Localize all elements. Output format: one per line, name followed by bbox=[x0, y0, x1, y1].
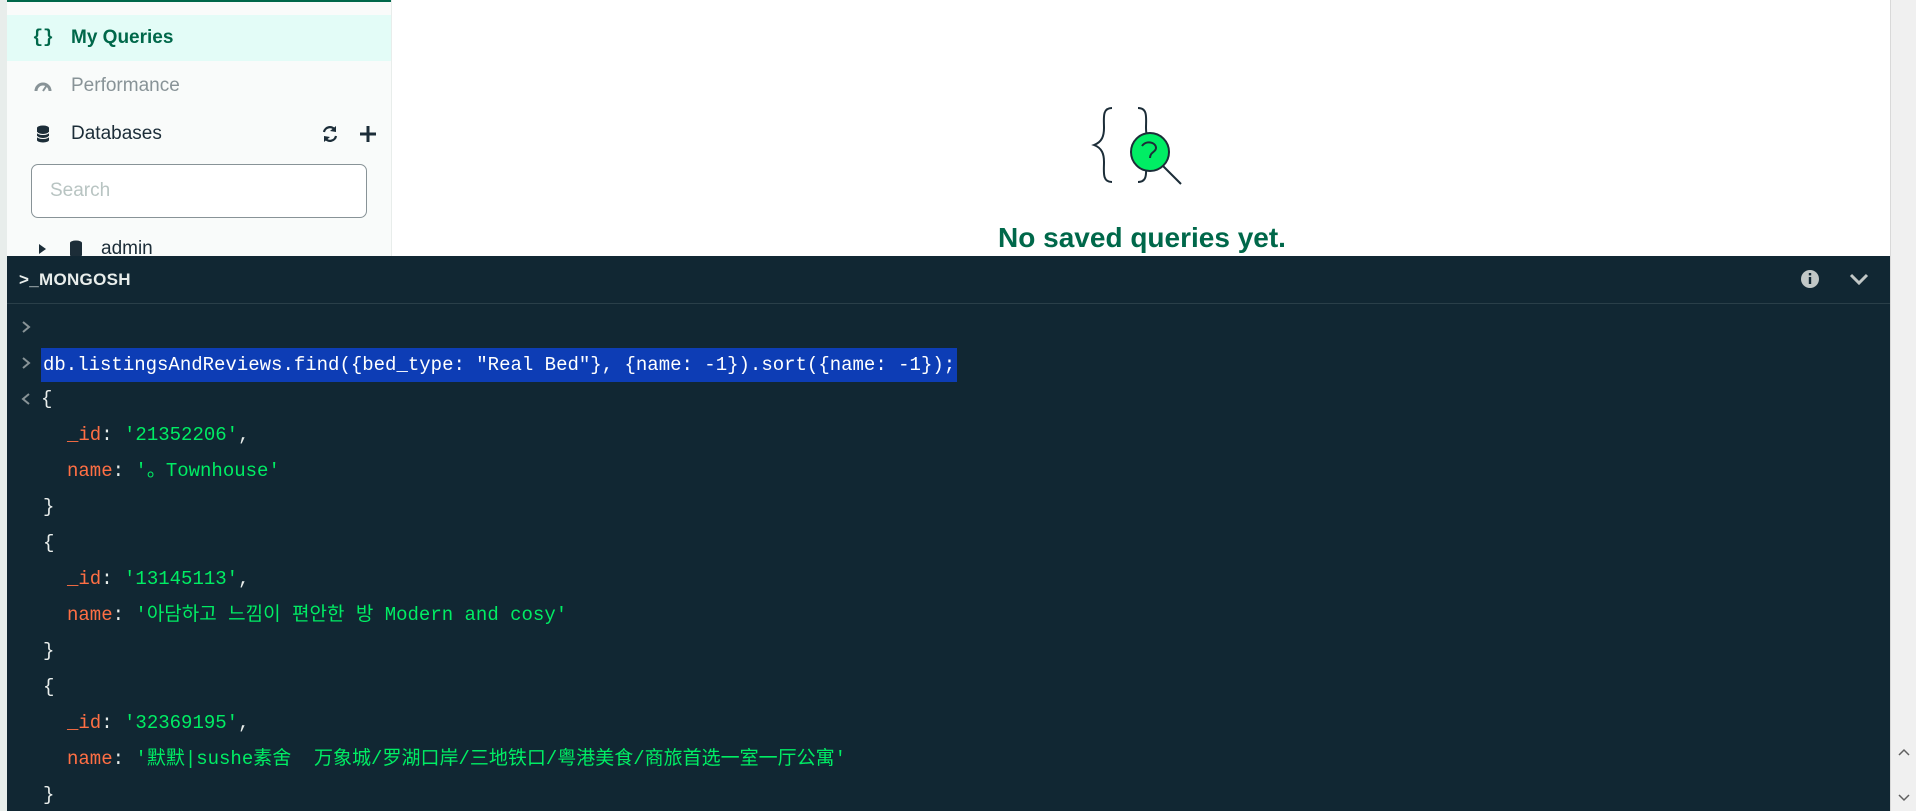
output-chevron-icon bbox=[21, 384, 35, 414]
result-field-id: _id: '32369195', bbox=[67, 712, 250, 734]
sidebar-item-my-queries[interactable]: {} My Queries bbox=[7, 15, 391, 61]
sidebar-item-performance[interactable]: Performance bbox=[7, 63, 391, 109]
field-key: name bbox=[67, 460, 113, 482]
scroll-up-icon[interactable] bbox=[1896, 744, 1912, 760]
tree-item-label: admin bbox=[101, 238, 153, 256]
field-key: _id bbox=[67, 424, 102, 446]
open-brace: { bbox=[41, 388, 53, 410]
field-key: name bbox=[67, 604, 113, 626]
mongosh-header: >_MONGOSH bbox=[7, 256, 1891, 304]
window-scrollbar[interactable] bbox=[1890, 0, 1916, 811]
field-value: '21352206' bbox=[124, 424, 239, 446]
close-brace: } bbox=[43, 496, 55, 518]
sidebar-item-label: Databases bbox=[71, 123, 162, 144]
sidebar-accent-line bbox=[7, 0, 391, 2]
main-content: No saved queries yet. bbox=[392, 0, 1892, 256]
shell-line-open: { bbox=[7, 528, 1867, 558]
result-field-name: name: '默默|sushe素舍 万象城/罗湖口岸/三地铁口/粤港美食/商旅首… bbox=[67, 748, 847, 770]
result-field-name: name: '아담하고 느낌이 편안한 방 Modern and cosy' bbox=[67, 604, 568, 626]
field-value: '32369195' bbox=[124, 712, 239, 734]
gauge-icon bbox=[31, 80, 55, 92]
mongosh-title: >_MONGOSH bbox=[19, 270, 131, 289]
sidebar-item-databases[interactable]: Databases bbox=[7, 111, 391, 157]
open-brace: { bbox=[43, 676, 55, 698]
shell-line-command[interactable]: db.listingsAndReviews.find({bed_type: "R… bbox=[7, 348, 1867, 382]
caret-right-icon[interactable] bbox=[37, 243, 53, 255]
sidebar: {} My Queries Performance Databases Sear… bbox=[7, 0, 392, 256]
chevron-down-icon[interactable] bbox=[1847, 268, 1871, 290]
window-left-edge bbox=[0, 0, 7, 811]
scroll-down-icon[interactable] bbox=[1896, 790, 1912, 806]
shell-line-open: { bbox=[7, 672, 1867, 702]
prompt-chevron-icon bbox=[21, 348, 35, 378]
sidebar-item-label: My Queries bbox=[71, 27, 174, 48]
sidebar-item-label: Performance bbox=[71, 75, 180, 96]
saved-queries-illustration-icon bbox=[1091, 107, 1182, 185]
close-brace: } bbox=[43, 784, 55, 806]
field-value: '默默|sushe素舍 万象城/罗湖口岸/三地铁口/粤港美食/商旅首选一室一厅公… bbox=[135, 748, 847, 770]
info-icon[interactable] bbox=[1799, 268, 1821, 290]
prompt-chevron-icon bbox=[21, 312, 35, 342]
result-field-name: name: '。Townhouse' bbox=[67, 460, 280, 482]
shell-line-close: } bbox=[7, 636, 1867, 666]
shell-line-close: } bbox=[7, 492, 1867, 522]
open-brace: { bbox=[43, 532, 55, 554]
close-brace: } bbox=[43, 640, 55, 662]
shell-line-empty-prompt bbox=[7, 312, 1867, 342]
add-database-icon[interactable] bbox=[353, 119, 383, 149]
database-actions bbox=[315, 111, 391, 157]
refresh-icon[interactable] bbox=[315, 119, 345, 149]
tree-item-admin[interactable]: admin bbox=[37, 236, 153, 256]
empty-state-title: No saved queries yet. bbox=[998, 222, 1286, 253]
field-value: '아담하고 느낌이 편안한 방 Modern and cosy' bbox=[135, 604, 568, 626]
database-icon bbox=[69, 240, 87, 256]
field-key: _id bbox=[67, 568, 102, 590]
field-key: name bbox=[67, 748, 113, 770]
database-icon bbox=[31, 125, 55, 143]
search-input[interactable] bbox=[31, 164, 367, 218]
result-field-id: _id: '21352206', bbox=[67, 424, 250, 446]
mongosh-panel: >_MONGOSH db.listingsAndReviews.find({be… bbox=[7, 256, 1891, 811]
field-key: _id bbox=[67, 712, 102, 734]
shell-line-result-start: { bbox=[7, 384, 1867, 414]
shell-line-close: } bbox=[7, 780, 1867, 810]
curly-braces-icon: {} bbox=[32, 28, 54, 48]
shell-command-text[interactable]: db.listingsAndReviews.find({bed_type: "R… bbox=[41, 348, 958, 382]
field-value: '。Townhouse' bbox=[135, 460, 280, 482]
result-field-id: _id: '13145113', bbox=[67, 568, 250, 590]
field-value: '13145113' bbox=[124, 568, 239, 590]
